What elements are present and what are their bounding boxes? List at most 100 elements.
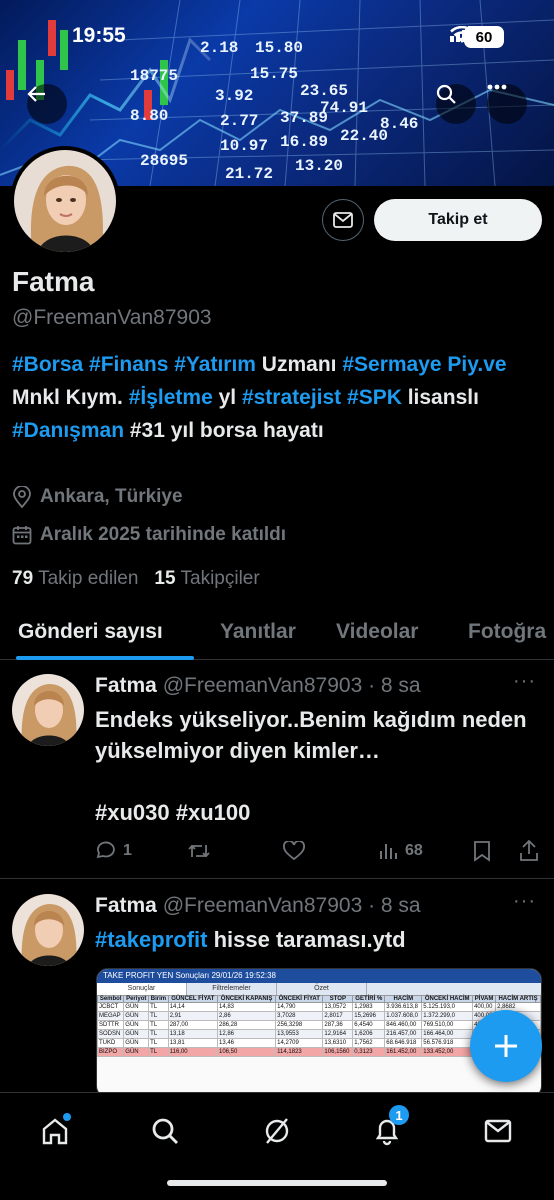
- image-table-cell: GÜN: [123, 1047, 150, 1057]
- bookmark-button[interactable]: [473, 840, 491, 862]
- image-table-cell: TL: [148, 1038, 169, 1048]
- banner-number: 3.92: [215, 87, 253, 105]
- bio-hashtag[interactable]: #Sermaye Piy.ve: [342, 353, 506, 376]
- follow-button[interactable]: Takip et: [374, 199, 542, 241]
- banner-number: 28695: [140, 152, 188, 170]
- image-table-cell: 14,2709: [275, 1038, 324, 1048]
- image-table-cell: 14,14: [167, 1002, 219, 1012]
- image-table-row: JCBCT GÜN TL 14,14 14,83 14,790 13,0572 1,2983 3…: [97, 1002, 541, 1012]
- tab-replies[interactable]: Yanıtlar: [220, 620, 296, 644]
- image-table-cell: 216.457,00: [384, 1029, 423, 1039]
- bar-chart-icon: [380, 844, 397, 859]
- envelope-icon: [333, 212, 353, 228]
- following-count: 79: [12, 568, 34, 589]
- post-text: #takeprofit hisse taraması.ytd: [95, 924, 535, 955]
- search-icon: [436, 84, 456, 104]
- image-tab: Sonuçlar: [97, 983, 187, 995]
- post-author-meta: @FreemanVan87903 · 8 sa: [162, 674, 421, 697]
- image-table-cell: 3.936.613,8: [384, 1002, 423, 1012]
- views-button[interactable]: 68: [379, 841, 423, 861]
- image-table-cell: 2,91: [167, 1011, 219, 1021]
- joined-text: Aralık 2025 tarihinde katıldı: [40, 524, 287, 545]
- search-icon: [152, 1118, 178, 1144]
- bio-hashtag[interactable]: #stratejist: [242, 386, 341, 409]
- tab-photos[interactable]: Fotoğra: [468, 620, 546, 644]
- nav-grok[interactable]: [257, 1111, 297, 1151]
- bio-text: lisanslı: [401, 386, 479, 409]
- image-table-header: Birim: [148, 995, 169, 1003]
- image-table-header: ÖNCEKİ KAPANIŞ: [216, 995, 277, 1003]
- image-table-header: Sembol: [97, 995, 125, 1003]
- nav-notifications[interactable]: 1: [367, 1105, 409, 1151]
- image-table-cell: MEGAP: [97, 1011, 125, 1021]
- bio-hashtag[interactable]: #Finans: [89, 353, 168, 376]
- image-title: TAKE PROFIT YEN Sonuçları 29/01/26 19:52…: [97, 969, 541, 983]
- image-table-cell: 13,81: [167, 1038, 219, 1048]
- tab-posts[interactable]: Gönderi sayısı: [18, 620, 163, 644]
- image-tabs: Sonuçlar Filtrelemeler Özet: [97, 983, 541, 995]
- banner-number: 21.72: [225, 165, 273, 183]
- image-table-cell: 56.576.918: [421, 1038, 474, 1048]
- image-table-cell: TL: [148, 1002, 169, 1012]
- bio-hashtag[interactable]: #Borsa: [12, 353, 83, 376]
- nav-search[interactable]: [145, 1111, 185, 1151]
- battery-indicator: 60: [464, 26, 504, 48]
- envelope-icon: [484, 1119, 512, 1143]
- notifications-badge: 1: [389, 1105, 409, 1125]
- post-more-button[interactable]: ···: [513, 890, 536, 913]
- reply-bubble-icon: [96, 841, 115, 859]
- avatar-image: [14, 150, 116, 252]
- bio-text: yl: [212, 386, 242, 409]
- image-table-cell: 2,86: [216, 1011, 277, 1021]
- post-author-name[interactable]: Fatma: [95, 894, 157, 917]
- message-button[interactable]: [322, 199, 364, 241]
- image-table-cell: 116,00: [167, 1047, 219, 1057]
- bookmark-icon: [474, 841, 490, 862]
- image-table-header: STOP: [322, 995, 354, 1003]
- image-table-cell: 13,46: [216, 1038, 277, 1048]
- post-hashtags[interactable]: #xu030 #xu100: [95, 797, 535, 828]
- back-button[interactable]: [27, 84, 67, 124]
- tab-videos[interactable]: Videolar: [336, 620, 418, 644]
- image-table-cell: 3,7028: [275, 1011, 324, 1021]
- bio-hashtag[interactable]: #Danışman: [12, 419, 124, 442]
- reply-button[interactable]: 1: [95, 841, 132, 861]
- image-table-cell: 14,83: [216, 1002, 277, 1012]
- post-avatar[interactable]: [12, 674, 84, 746]
- followers-count: 15: [154, 568, 176, 589]
- image-table-cell: 1,6206: [352, 1029, 386, 1039]
- bio-text: Uzmanı: [255, 353, 343, 376]
- repost-button[interactable]: [187, 841, 211, 861]
- nav-home[interactable]: [35, 1111, 75, 1151]
- bio-text: Mnkl Kıym.: [12, 386, 129, 409]
- profile-name: Fatma: [12, 266, 95, 297]
- image-table-cell: BIZPO: [97, 1047, 125, 1057]
- image-table-cell: 287,00: [167, 1020, 219, 1030]
- search-button[interactable]: [436, 84, 476, 124]
- followers-link[interactable]: 15 Takipçiler: [154, 568, 259, 590]
- bio-hashtag[interactable]: #İşletme: [129, 386, 213, 409]
- home-new-indicator: [63, 1113, 71, 1121]
- bio-hashtag[interactable]: #Yatırım: [174, 353, 256, 376]
- image-table-cell: GÜN: [123, 1011, 150, 1021]
- post-avatar[interactable]: [12, 894, 84, 966]
- profile-avatar[interactable]: [10, 146, 120, 256]
- post-more-button[interactable]: ···: [513, 670, 536, 693]
- image-table-cell: TL: [148, 1029, 169, 1039]
- bio-hashtag[interactable]: #SPK: [347, 386, 402, 409]
- profile-tabs: Gönderi sayısı Yanıtlar Videolar Fotoğra: [0, 606, 554, 660]
- following-link[interactable]: 79 Takip edilen: [12, 568, 138, 590]
- post[interactable]: Fatma @FreemanVan87903 · 8 sa ··· Endeks…: [0, 660, 554, 880]
- post-text-rest: hisse taraması.ytd: [207, 927, 406, 952]
- view-count: 68: [405, 842, 423, 859]
- nav-messages[interactable]: [478, 1111, 518, 1151]
- image-table-header: HACİM ARTIŞ: [495, 995, 541, 1003]
- post-author-name[interactable]: Fatma: [95, 674, 157, 697]
- post-hashtag[interactable]: #takeprofit: [95, 927, 207, 952]
- compose-button[interactable]: [470, 1010, 542, 1082]
- like-button[interactable]: [283, 841, 305, 861]
- image-table-cell: 13,9553: [275, 1029, 324, 1039]
- share-button[interactable]: [519, 840, 539, 862]
- more-options-button[interactable]: [487, 84, 527, 124]
- repost-icon: [188, 844, 210, 858]
